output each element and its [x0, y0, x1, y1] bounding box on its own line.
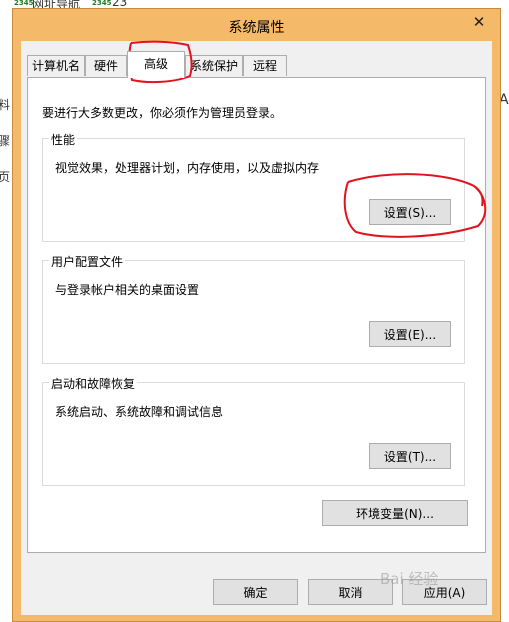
- tab-system-protection[interactable]: 系统保护: [185, 55, 243, 76]
- close-button[interactable]: ✕: [464, 11, 494, 33]
- environment-variables-button[interactable]: 环境变量(N)...: [322, 500, 468, 526]
- watermark-logo: Bai 经验: [380, 570, 439, 588]
- user-profiles-title: 用户配置文件: [49, 253, 126, 270]
- startup-recovery-group: 启动和故障恢复 系统启动、系统故障和调试信息 设置(T)...: [42, 375, 465, 486]
- tab-computer-name[interactable]: 计算机名: [27, 55, 85, 76]
- window-title: 系统属性: [228, 20, 285, 36]
- user-profiles-group: 用户配置文件 与登录帐户相关的桌面设置 设置(E)...: [42, 253, 465, 364]
- advanced-tab-panel: 要进行大多数更改，你必须作为管理员登录。 性能 视觉效果，处理器计划，内存使用，…: [27, 77, 486, 553]
- user-profiles-settings-button[interactable]: 设置(E)...: [369, 321, 451, 347]
- title-bar[interactable]: 系统属性 ✕: [13, 9, 500, 41]
- performance-settings-button[interactable]: 设置(S)...: [369, 199, 451, 225]
- startup-recovery-settings-button[interactable]: 设置(T)...: [369, 443, 451, 469]
- tab-advanced[interactable]: 高级: [127, 51, 185, 78]
- startup-recovery-description: 系统启动、系统故障和调试信息: [55, 405, 224, 419]
- background-fragment: 料: [0, 98, 11, 112]
- dialog-client-area: 计算机名 硬件 高级 系统保护 远程 要进行大多数更改，你必须作为管理员登录。 …: [21, 41, 492, 615]
- background-fragment: 骤: [0, 134, 11, 148]
- startup-recovery-title: 启动和故障恢复: [49, 375, 138, 392]
- admin-notice: 要进行大多数更改，你必须作为管理员登录。: [42, 106, 283, 120]
- background-fragment: 页: [0, 170, 11, 184]
- system-properties-window: 系统属性 ✕ 计算机名 硬件 高级 系统保护 远程 要进行大多数更改，你必须作为…: [12, 8, 501, 622]
- ok-button[interactable]: 确定: [213, 579, 298, 605]
- tab-hardware[interactable]: 硬件: [85, 55, 127, 76]
- performance-group: 性能 视觉效果，处理器计划，内存使用，以及虚拟内存 设置(S)...: [42, 131, 465, 242]
- tab-remote[interactable]: 远程: [243, 55, 287, 76]
- close-icon: ✕: [472, 13, 486, 31]
- site-badge: 2345: [14, 0, 34, 7]
- performance-title: 性能: [49, 131, 78, 148]
- site-badge-2: 2345: [92, 0, 112, 7]
- user-profiles-description: 与登录帐户相关的桌面设置: [55, 283, 200, 297]
- performance-description: 视觉效果，处理器计划，内存使用，以及虚拟内存: [55, 161, 320, 175]
